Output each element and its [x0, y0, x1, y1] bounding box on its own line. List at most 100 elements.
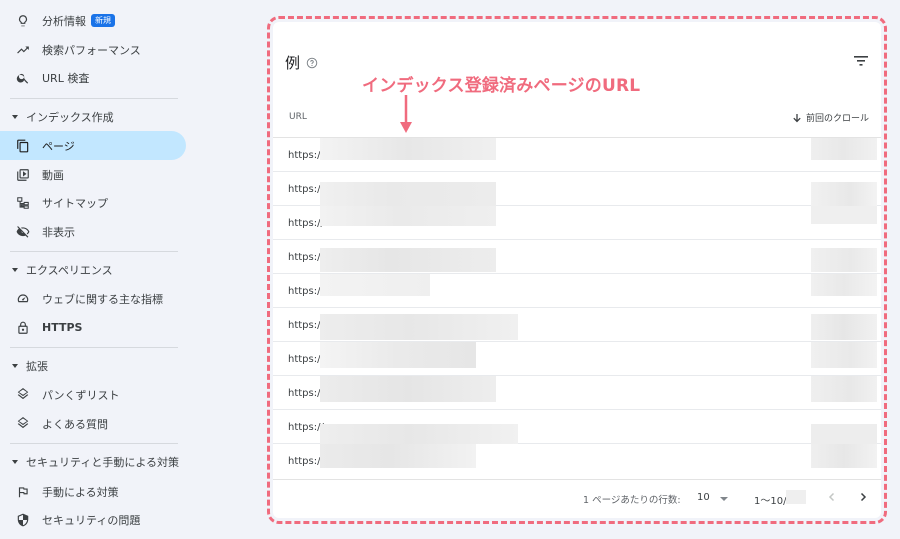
table-row[interactable]: https://	[273, 138, 881, 172]
dropdown-caret-icon[interactable]	[720, 497, 728, 501]
sidebar-item-https[interactable]: HTTPS	[0, 313, 186, 342]
redacted-date	[811, 206, 877, 224]
redacted-date	[811, 342, 877, 368]
caret-down-icon	[12, 115, 18, 119]
row-url: https://	[288, 150, 324, 161]
redacted-url	[320, 314, 518, 340]
sitemap-icon	[16, 196, 30, 210]
table-row[interactable]: https://	[273, 342, 881, 376]
table-row[interactable]: https://	[273, 444, 881, 478]
sidebar-item-label: URL 検査	[42, 71, 90, 85]
sidebar-item-url-inspection[interactable]: URL 検査	[0, 63, 186, 92]
column-header-last-crawl[interactable]: 前回のクロール	[792, 111, 869, 124]
table-row[interactable]: https://	[273, 240, 881, 274]
row-url: https://	[288, 388, 324, 399]
row-url: https://	[288, 320, 324, 331]
flag-icon	[16, 485, 30, 499]
redacted-url	[320, 274, 430, 296]
section-title: エクスペリエンス	[26, 264, 113, 277]
chevron-left-icon[interactable]	[826, 491, 838, 503]
new-badge: 新規	[91, 14, 115, 27]
sidebar-item-sitemap[interactable]: サイトマップ	[0, 188, 186, 217]
sidebar-item-core-web-vitals[interactable]: ウェブに関する主な指標	[0, 284, 186, 313]
redacted-url	[320, 206, 496, 226]
redacted-url	[320, 182, 496, 206]
table-row[interactable]: https://	[273, 206, 881, 240]
redacted-url	[320, 424, 518, 444]
section-enhancements[interactable]: 拡張	[0, 353, 186, 379]
shield-icon	[16, 513, 30, 527]
section-title: 拡張	[26, 360, 48, 373]
sidebar-item-video[interactable]: 動画	[0, 160, 186, 189]
column-header-url: URL	[289, 112, 307, 122]
chevron-right-icon[interactable]	[857, 491, 869, 503]
row-url: https://	[288, 252, 324, 263]
sidebar-item-label: 非表示	[42, 225, 75, 239]
rows-per-page-label: 1 ページあたりの行数:	[583, 495, 681, 506]
annotation-label: インデックス登録済みページのURL	[362, 76, 641, 96]
table-row[interactable]: https://	[273, 308, 881, 342]
section-indexing[interactable]: インデックス作成	[0, 104, 186, 130]
layers-icon	[16, 387, 30, 402]
redacted-date	[811, 444, 877, 468]
annotation-arrow-icon	[400, 95, 412, 133]
help-icon[interactable]	[306, 57, 318, 69]
column-header-label: 前回のクロール	[805, 114, 869, 124]
sidebar-item-faq[interactable]: よくある質問	[0, 409, 186, 438]
sidebar-item-label: 検索パフォーマンス	[42, 43, 141, 57]
sidebar-item-label: 動画	[42, 168, 64, 182]
sidebar-divider	[10, 443, 178, 444]
row-url: https://	[288, 422, 324, 433]
redacted-total	[786, 490, 806, 504]
redacted-date	[811, 138, 877, 160]
sidebar-item-label: よくある質問	[42, 417, 108, 431]
sidebar-item-label: ページ	[42, 139, 75, 153]
sidebar-item-label: HTTPS	[42, 321, 83, 334]
section-experience[interactable]: エクスペリエンス	[0, 257, 186, 283]
sidebar-item-security-issues[interactable]: セキュリティの問題	[0, 505, 186, 534]
redacted-url	[320, 444, 476, 468]
redacted-date	[811, 274, 877, 296]
redacted-url	[320, 342, 476, 368]
section-title: インデックス作成	[26, 111, 114, 124]
sidebar-item-label: パンくずリスト	[42, 388, 120, 402]
table-row[interactable]: https://	[273, 172, 881, 206]
card-title-text: 例	[285, 54, 301, 72]
row-url: https://	[288, 456, 324, 467]
sidebar-item-breadcrumbs[interactable]: パンくずリスト	[0, 380, 186, 409]
video-icon	[16, 168, 30, 182]
caret-down-icon	[12, 460, 18, 464]
footer-divider	[273, 479, 881, 480]
redacted-date	[811, 376, 877, 402]
redacted-date	[811, 248, 877, 272]
row-url: https://	[288, 286, 324, 297]
sidebar-item-label: セキュリティの問題	[42, 513, 141, 527]
section-security[interactable]: セキュリティと手動による対策	[0, 449, 186, 475]
sidebar-item-label: ウェブに関する主な指標	[42, 292, 163, 306]
eye-off-icon	[16, 225, 30, 239]
lock-icon	[16, 321, 30, 335]
table-row[interactable]: https://	[273, 274, 881, 308]
search-icon	[16, 71, 30, 85]
sidebar-item-insights[interactable]: 分析情報 新規	[0, 6, 186, 35]
sidebar-item-removals[interactable]: 非表示	[0, 217, 186, 246]
sidebar-item-manual-actions[interactable]: 手動による対策	[0, 477, 186, 506]
sidebar-item-performance[interactable]: 検索パフォーマンス	[0, 35, 186, 64]
rows-per-page-select[interactable]: 10	[697, 492, 710, 503]
redacted-date	[811, 314, 877, 340]
sidebar-divider	[10, 347, 178, 348]
table-row[interactable]: https://	[273, 410, 881, 444]
pages-icon	[16, 139, 30, 153]
page-range: 1〜10/	[754, 496, 787, 507]
sidebar-divider	[10, 251, 178, 252]
caret-down-icon	[12, 364, 18, 368]
lightbulb-icon	[16, 14, 30, 28]
sidebar-item-pages[interactable]: ページ	[0, 131, 186, 160]
filter-icon[interactable]	[853, 54, 869, 68]
sidebar: 分析情報 新規 検索パフォーマンス URL 検査 インデックス作成 ページ 動画	[0, 0, 190, 539]
table-row[interactable]: https://	[273, 376, 881, 410]
sidebar-divider	[10, 98, 178, 99]
redacted-url	[320, 138, 496, 160]
row-url: https://	[288, 354, 324, 365]
trending-up-icon	[16, 43, 30, 57]
